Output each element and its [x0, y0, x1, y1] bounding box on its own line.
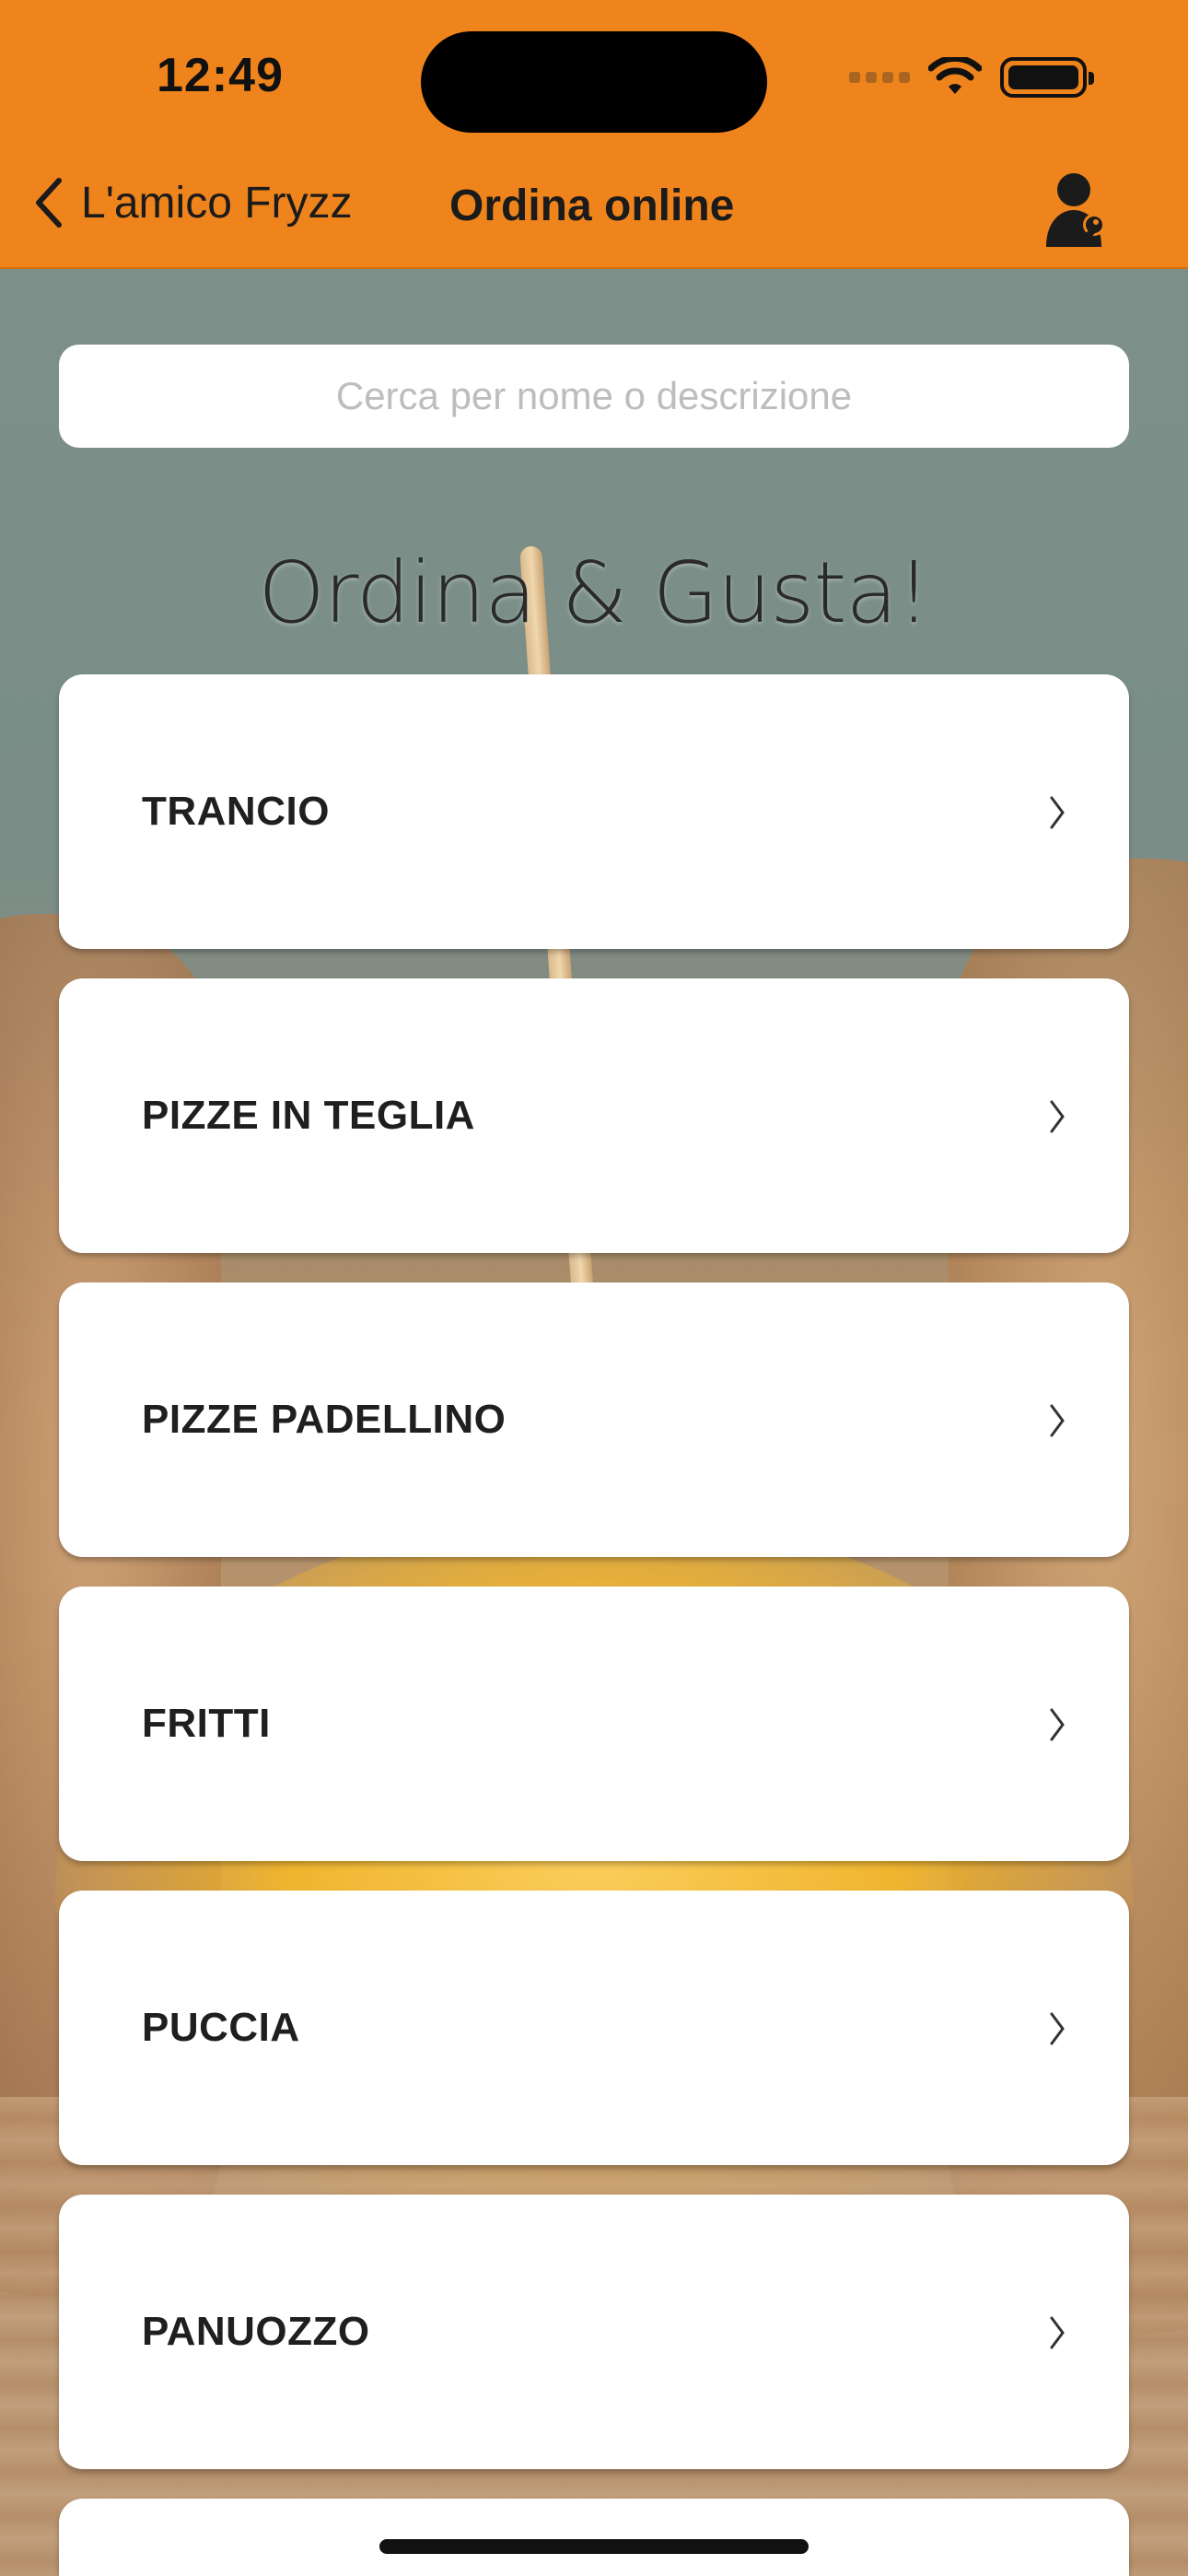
home-indicator[interactable] — [379, 2539, 809, 2554]
category-label: PANUOZZO — [142, 2309, 370, 2354]
category-label: PIZZE IN TEGLIA — [142, 1093, 475, 1138]
dynamic-island — [421, 31, 767, 133]
chevron-right-icon — [1050, 1708, 1065, 1741]
chevron-right-icon — [1050, 2316, 1065, 2349]
top-bar: 12:49 L'amico Fryzz Ordina online — [0, 0, 1188, 269]
page-title: Ordina online — [449, 181, 735, 230]
category-label: FRITTI — [142, 1701, 271, 1746]
chevron-right-icon — [1050, 1404, 1065, 1437]
page-heading: Ordina & Gusta! — [258, 544, 930, 642]
user-key-icon[interactable] — [1044, 170, 1114, 249]
category-card-fritti[interactable]: FRITTI — [59, 1587, 1129, 1861]
category-card-partial[interactable] — [59, 2499, 1129, 2576]
category-card-pizze-in-teglia[interactable]: PIZZE IN TEGLIA — [59, 978, 1129, 1253]
category-label: PUCCIA — [142, 2005, 300, 2050]
status-icons — [849, 57, 1094, 98]
status-time: 12:49 — [157, 49, 284, 102]
category-card-trancio[interactable]: TRANCIO — [59, 674, 1129, 949]
category-card-puccia[interactable]: PUCCIA — [59, 1891, 1129, 2165]
category-card-pizze-padellino[interactable]: PIZZE PADELLINO — [59, 1282, 1129, 1557]
cellular-signal-icon — [849, 72, 910, 83]
category-card-panuozzo[interactable]: PANUOZZO — [59, 2195, 1129, 2469]
wifi-icon — [928, 57, 982, 94]
chevron-right-icon — [1050, 1100, 1065, 1133]
chevron-right-icon — [1050, 796, 1065, 829]
back-button[interactable]: L'amico Fryzz — [31, 175, 353, 230]
battery-icon — [1000, 57, 1094, 98]
category-label: TRANCIO — [142, 789, 330, 834]
search-input[interactable] — [59, 345, 1129, 448]
chevron-left-icon — [36, 178, 62, 228]
chevron-right-icon — [1050, 2012, 1065, 2045]
category-label: PIZZE PADELLINO — [142, 1397, 507, 1442]
back-label: L'amico Fryzz — [81, 178, 353, 228]
